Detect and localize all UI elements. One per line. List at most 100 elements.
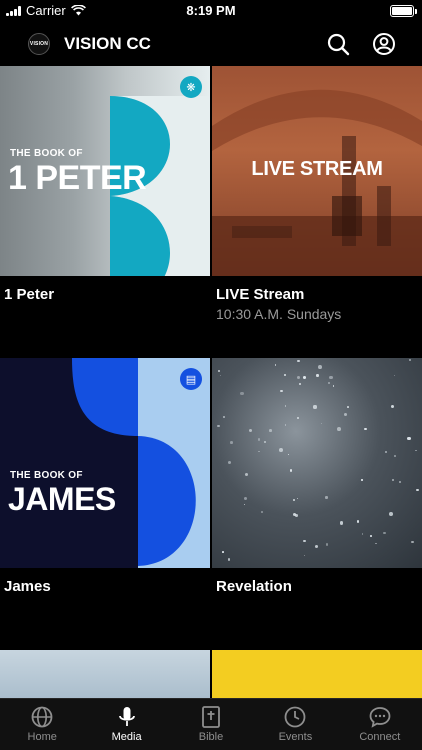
microphone-icon bbox=[118, 707, 135, 726]
clock-icon bbox=[285, 706, 306, 728]
book-icon: ▤ bbox=[180, 368, 202, 390]
snow-speck bbox=[260, 511, 263, 513]
snow-speck bbox=[258, 450, 260, 453]
snow-speck bbox=[243, 497, 247, 501]
snow-speck bbox=[263, 440, 267, 444]
globe-icon bbox=[31, 706, 53, 728]
snow-speck bbox=[227, 460, 231, 464]
tab-events[interactable]: Events bbox=[253, 699, 337, 750]
snow-speck bbox=[284, 424, 287, 426]
tab-bar: Home Media Bible Events Connect bbox=[0, 698, 422, 750]
snow-speck bbox=[274, 364, 277, 366]
tab-media[interactable]: Media bbox=[84, 699, 168, 750]
snow-speck bbox=[409, 359, 411, 362]
snow-speck bbox=[391, 405, 395, 409]
snow-speck bbox=[317, 365, 322, 370]
snow-speck bbox=[391, 479, 395, 482]
church-logo[interactable]: VISION bbox=[28, 33, 50, 55]
snow-speck bbox=[280, 389, 283, 393]
battery-icon bbox=[390, 5, 417, 17]
snow-speck bbox=[240, 391, 244, 396]
snow-speck bbox=[356, 520, 360, 523]
status-time: 8:19 PM bbox=[186, 3, 236, 18]
snow-speck bbox=[314, 544, 318, 548]
snow-speck bbox=[219, 374, 222, 377]
snow-speck bbox=[257, 438, 261, 441]
james-wave-graphic bbox=[72, 358, 210, 568]
media-card-live-stream[interactable]: LIVE STREAM LIVE Stream 10:30 A.M. Sunda… bbox=[212, 66, 422, 356]
snow-speck bbox=[292, 512, 296, 516]
snow-speck bbox=[244, 473, 248, 477]
tab-label-connect: Connect bbox=[359, 731, 401, 743]
james-kicker: THE BOOK OF bbox=[10, 470, 83, 481]
snow-speck bbox=[415, 449, 417, 452]
snow-speck bbox=[285, 405, 287, 407]
snow-speck bbox=[327, 381, 330, 385]
snow-speck bbox=[284, 374, 287, 377]
tab-label-bible: Bible bbox=[198, 731, 224, 743]
tab-label-home: Home bbox=[27, 731, 57, 743]
snow-speck bbox=[320, 422, 323, 425]
media-card-partial-left[interactable] bbox=[0, 650, 210, 702]
snow-speck bbox=[394, 454, 396, 457]
1-peter-artwork[interactable]: ❋ THE BOOK OF 1 PETER bbox=[0, 66, 210, 276]
emblem-icon: ❋ bbox=[180, 76, 202, 98]
snow-speck bbox=[278, 448, 283, 453]
tab-connect[interactable]: Connect bbox=[338, 699, 422, 750]
snow-speck bbox=[369, 534, 372, 537]
snow-speck bbox=[243, 503, 245, 505]
media-title-james: James bbox=[4, 578, 51, 595]
live-stream-artwork[interactable]: LIVE STREAM bbox=[212, 66, 422, 276]
snow-speck bbox=[337, 426, 342, 431]
snow-speck bbox=[289, 469, 292, 472]
snow-speck bbox=[227, 558, 230, 561]
search-icon[interactable] bbox=[326, 32, 350, 56]
snow-speck bbox=[375, 542, 377, 544]
snow-speck bbox=[248, 428, 253, 433]
snow-speck bbox=[216, 424, 220, 428]
snow-speck bbox=[393, 375, 395, 377]
media-card-james[interactable]: ▤ THE BOOK OF JAMES James bbox=[0, 358, 210, 648]
james-artwork[interactable]: ▤ THE BOOK OF JAMES bbox=[0, 358, 210, 568]
battery-level bbox=[392, 7, 412, 15]
snow-speck bbox=[217, 370, 220, 373]
snow-speck bbox=[361, 479, 363, 481]
snow-speck bbox=[347, 405, 349, 408]
snow-speck bbox=[364, 427, 367, 430]
snow-speck bbox=[384, 450, 388, 454]
revelation-artwork[interactable] bbox=[212, 358, 422, 568]
snow-speck bbox=[325, 496, 328, 499]
snow-speck bbox=[303, 554, 305, 557]
tab-label-media: Media bbox=[111, 731, 142, 743]
snow-speck bbox=[222, 415, 226, 419]
bible-icon bbox=[202, 706, 220, 728]
snow-speck bbox=[389, 511, 393, 516]
media-card-1-peter[interactable]: ❋ THE BOOK OF 1 PETER 1 Peter bbox=[0, 66, 210, 356]
snow-speck bbox=[293, 499, 295, 501]
snow-speck bbox=[229, 441, 233, 444]
media-card-partial-right[interactable] bbox=[212, 650, 422, 702]
snow-speck bbox=[302, 376, 306, 380]
snow-speck bbox=[415, 488, 419, 492]
snow-speck bbox=[297, 359, 300, 363]
snow-speck bbox=[325, 543, 329, 546]
james-headline: JAMES bbox=[8, 481, 116, 517]
nav-bar: VISION VISION CC bbox=[0, 22, 422, 66]
snow-speck bbox=[411, 540, 414, 543]
snow-speck bbox=[329, 375, 333, 380]
peter-headline: 1 PETER bbox=[8, 159, 147, 197]
account-icon[interactable] bbox=[372, 32, 396, 56]
tab-label-events: Events bbox=[278, 731, 313, 743]
snow-speck bbox=[383, 531, 386, 535]
media-title-live-stream: LIVE Stream bbox=[216, 286, 305, 303]
snow-speck bbox=[398, 481, 401, 484]
snow-speck bbox=[313, 405, 317, 409]
media-card-revelation[interactable]: Revelation bbox=[212, 358, 422, 648]
live-stream-headline: LIVE STREAM bbox=[251, 158, 383, 180]
tab-home[interactable]: Home bbox=[0, 699, 84, 750]
app-title: VISION CC bbox=[64, 34, 151, 53]
chat-icon bbox=[369, 707, 391, 728]
tab-bible[interactable]: Bible bbox=[169, 699, 253, 750]
snow-speck bbox=[332, 385, 335, 387]
snow-speck bbox=[316, 374, 319, 377]
